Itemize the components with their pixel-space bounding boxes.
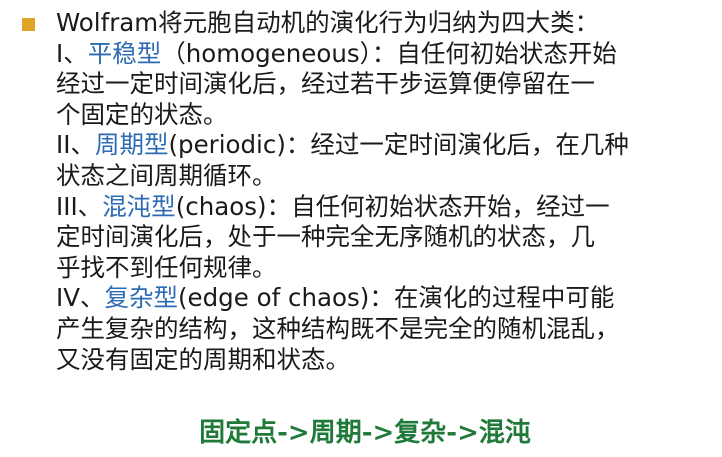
class3-numeral: III、 [56, 191, 103, 221]
class2-name: 周期型 [94, 130, 169, 160]
class4-name: 复杂型 [104, 283, 179, 313]
class3-description-line2: 定时间演化后，处于一种完全无序随机的状态，几 [56, 222, 595, 252]
class4-description-line2: 产生复杂的结构，这种结构既不是完全的随机混乱， [56, 313, 620, 343]
class4-heading-line: IV、复杂型(edge of chaos)：在演化的过程中可能 [56, 283, 720, 314]
class4-numeral: IV、 [56, 283, 105, 313]
class3-name: 混沌型 [102, 191, 176, 221]
class4-description-start: (edge of chaos)：在演化的过程中可能 [178, 283, 615, 313]
class1-name: 平稳型 [87, 38, 162, 68]
class2-description-start: (periodic)：经过一定时间演化后，在几种 [168, 130, 629, 160]
class1-description-line2: 经过一定时间演化后，经过若干步运算便停留在一 [56, 69, 595, 99]
slide: Wolfram将元胞自动机的演化行为归纳为四大类： I、平稳型（homogene… [0, 0, 722, 457]
evolution-sequence-caption: 固定点->周期->复杂->混沌 [199, 418, 531, 448]
class3-description-start: (chaos)：自任何初始状态开始，经过一 [175, 191, 610, 221]
slide-body: Wolfram将元胞自动机的演化行为归纳为四大类： I、平稳型（homogene… [56, 8, 720, 375]
intro-line: Wolfram将元胞自动机的演化行为归纳为四大类： [56, 8, 600, 37]
class1-heading-line: I、平稳型（homogeneous）：自任何初始状态开始 [56, 39, 720, 70]
class1-description-start: （homogeneous）：自任何初始状态开始 [161, 38, 617, 68]
class4-description-line3: 又没有固定的周期和状态。 [56, 344, 350, 374]
class2-heading-line: II、周期型(periodic)：经过一定时间演化后，在几种 [56, 130, 720, 161]
class3-description-line3: 乎找不到任何规律。 [56, 252, 277, 282]
class2-numeral: II、 [56, 130, 95, 160]
class2-description-line2: 状态之间周期循环。 [56, 160, 277, 190]
bullet-square-icon [22, 18, 35, 31]
class1-numeral: I、 [56, 38, 88, 68]
class1-description-line3: 个固定的状态。 [56, 99, 228, 129]
class3-heading-line: III、混沌型(chaos)：自任何初始状态开始，经过一 [56, 192, 720, 223]
